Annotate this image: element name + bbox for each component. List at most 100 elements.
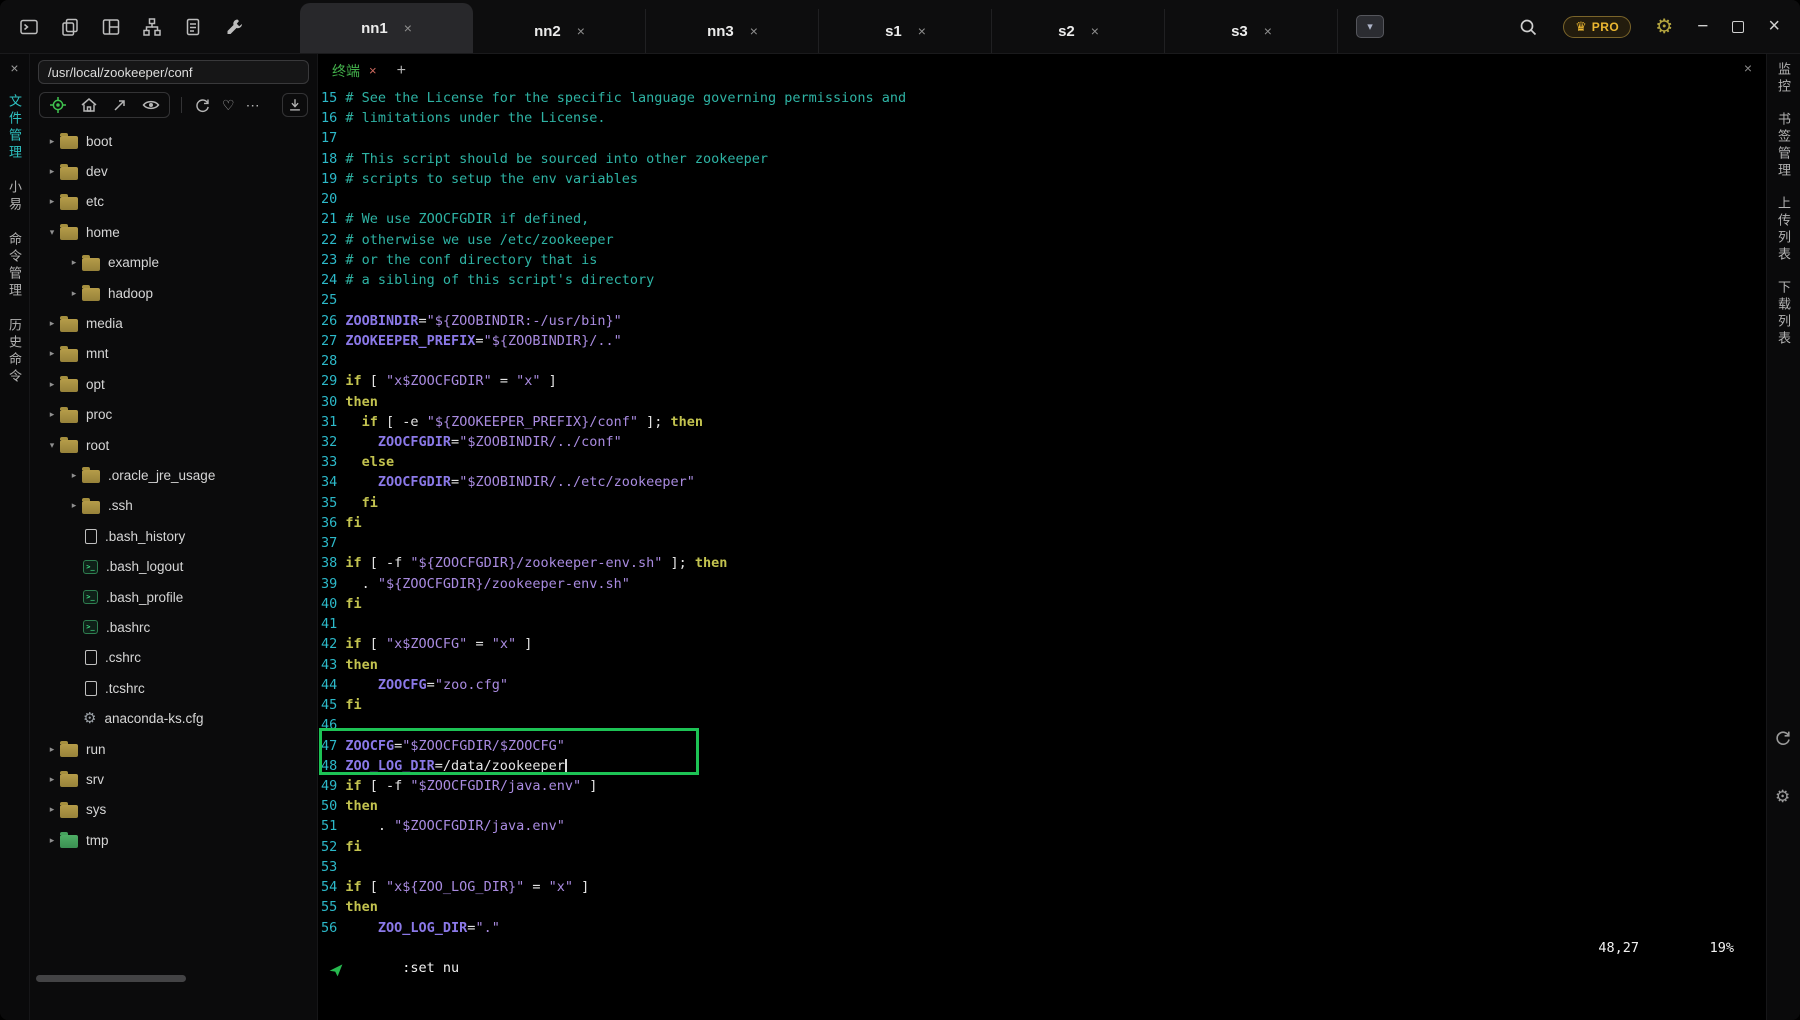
horizontal-scrollbar[interactable] [36,975,186,982]
rail-item-file-manager[interactable]: 文件管理 [5,94,24,162]
code-segment: "." [475,920,499,936]
chevron-right-icon[interactable]: ▸ [66,288,82,299]
tree-item-.bash_logout[interactable]: >_.bash_logout [30,551,317,581]
search-icon[interactable] [1517,16,1539,38]
new-terminal-button[interactable]: + [397,62,406,80]
tree-item-.tcshrc[interactable]: .tcshrc [30,673,317,703]
minimize-button[interactable]: − [1697,16,1708,38]
tab-close-icon[interactable]: × [404,21,412,35]
settings-gear-icon[interactable]: ⚙ [1775,787,1790,807]
chevron-down-icon[interactable]: ▾ [44,227,60,238]
heart-icon[interactable]: ♡ [222,98,235,112]
rail-item-command-manager[interactable]: 命令管理 [5,232,24,300]
tree-item-.ssh[interactable]: ▸.ssh [30,491,317,521]
download-icon[interactable] [282,93,308,117]
tree-item-tmp[interactable]: ▸tmp [30,825,317,855]
close-button[interactable]: × [1768,15,1780,38]
tab-nn2[interactable]: nn2× [473,9,646,53]
chevron-right-icon[interactable]: ▸ [66,257,82,268]
chevron-right-icon[interactable]: ▸ [44,804,60,815]
rail-item-bookmarks[interactable]: 书签管理 [1774,112,1793,180]
chevron-right-icon[interactable]: ▸ [66,470,82,481]
locate-icon[interactable] [49,96,67,114]
tree-item-srv[interactable]: ▸srv [30,764,317,794]
tree-item-example[interactable]: ▸example [30,248,317,278]
settings-gear-icon[interactable]: ⚙ [1655,17,1673,37]
tree-item-label: mnt [86,346,109,361]
chevron-right-icon[interactable]: ▸ [44,744,60,755]
terminal-tab[interactable]: 终端 [332,61,360,81]
tab-close-icon[interactable]: × [1091,24,1099,38]
refresh-icon[interactable] [193,96,211,114]
rail-item-history-commands[interactable]: 历史命令 [5,318,24,386]
more-icon[interactable]: ⋯ [246,98,260,112]
chevron-down-icon[interactable]: ▾ [44,440,60,451]
eye-icon[interactable] [142,96,160,114]
code-segment: = [475,333,483,349]
layout-icon[interactable] [100,16,122,38]
code-segment: "x" [549,879,573,895]
tree-item-home[interactable]: ▾home [30,217,317,247]
terminal-icon[interactable] [18,16,40,38]
chevron-right-icon[interactable]: ▸ [44,196,60,207]
tools-icon[interactable] [223,16,245,38]
tree-item-opt[interactable]: ▸opt [30,369,317,399]
document-icon[interactable] [182,16,204,38]
chevron-right-icon[interactable]: ▸ [44,318,60,329]
path-input[interactable] [38,60,309,84]
tree-item-.cshrc[interactable]: .cshrc [30,643,317,673]
chevron-right-icon[interactable]: ▸ [44,409,60,420]
copy-icon[interactable] [59,16,81,38]
tree-item-root[interactable]: ▾root [30,430,317,460]
tab-nn3[interactable]: nn3× [646,9,819,53]
panel-collapse-icon[interactable]: × [10,60,18,76]
tree-item-label: .bash_profile [106,590,183,605]
tab-s1[interactable]: s1× [819,9,992,53]
terminal-tab-close-icon[interactable]: × [369,63,377,78]
terminal-line: 47ZOOCFG="$ZOOCFGDIR/$ZOOCFG" [321,736,1766,756]
chevron-right-icon[interactable]: ▸ [44,835,60,846]
resize-arrow-icon[interactable] [111,96,129,114]
rail-item-assistant[interactable]: 小易 [5,180,24,214]
tree-item-.oracle_jre_usage[interactable]: ▸.oracle_jre_usage [30,460,317,490]
tab-close-icon[interactable]: × [1264,24,1272,38]
tab-s2[interactable]: s2× [992,9,1165,53]
tree-item-hadoop[interactable]: ▸hadoop [30,278,317,308]
terminal-panel-close-icon[interactable]: × [1744,60,1752,76]
tree-item-mnt[interactable]: ▸ mnt [30,339,317,369]
chevron-right-icon[interactable]: ▸ [44,379,60,390]
tab-nn1[interactable]: nn1× [300,3,473,53]
tree-item-proc[interactable]: ▸proc [30,400,317,430]
pro-badge[interactable]: ♛ PRO [1563,16,1631,38]
refresh-icon[interactable] [1774,729,1792,752]
tree-item-.bash_history[interactable]: .bash_history [30,521,317,551]
chevron-right-icon[interactable]: ▸ [66,500,82,511]
chevron-right-icon[interactable]: ▸ [44,166,60,177]
tree-item-.bash_profile[interactable]: >_.bash_profile [30,582,317,612]
rail-item-monitor[interactable]: 监控 [1774,62,1793,96]
tree-item-.bashrc[interactable]: >_.bashrc [30,612,317,642]
tree-item-run[interactable]: ▸run [30,734,317,764]
code-segment: fi [345,515,361,531]
tab-close-icon[interactable]: × [750,24,758,38]
maximize-button[interactable] [1732,21,1744,33]
chevron-right-icon[interactable]: ▸ [44,774,60,785]
rail-item-download-list[interactable]: 下载列表 [1774,280,1793,348]
tab-close-icon[interactable]: × [577,24,585,38]
tree-item-boot[interactable]: ▸boot [30,126,317,156]
terminal-screen[interactable]: 15# See the License for the specific lan… [318,87,1766,958]
tree-item-etc[interactable]: ▸etc [30,187,317,217]
tab-s3[interactable]: s3× [1165,9,1338,53]
tree-item-media[interactable]: ▸ media [30,308,317,338]
tree-item-dev[interactable]: ▸dev [30,156,317,186]
rail-item-upload-list[interactable]: 上传列表 [1774,196,1793,264]
tab-close-icon[interactable]: × [918,24,926,38]
tree-item-anaconda-ks.cfg[interactable]: ⚙anaconda-ks.cfg [30,703,317,733]
tree-item-sys[interactable]: ▸sys [30,795,317,825]
chevron-right-icon[interactable]: ▸ [44,136,60,147]
tree-item-label: media [86,316,123,331]
home-icon[interactable] [80,96,98,114]
tab-overflow-button[interactable]: ▾ [1356,15,1384,38]
topology-icon[interactable] [141,16,163,38]
chevron-right-icon[interactable]: ▸ [44,348,60,359]
